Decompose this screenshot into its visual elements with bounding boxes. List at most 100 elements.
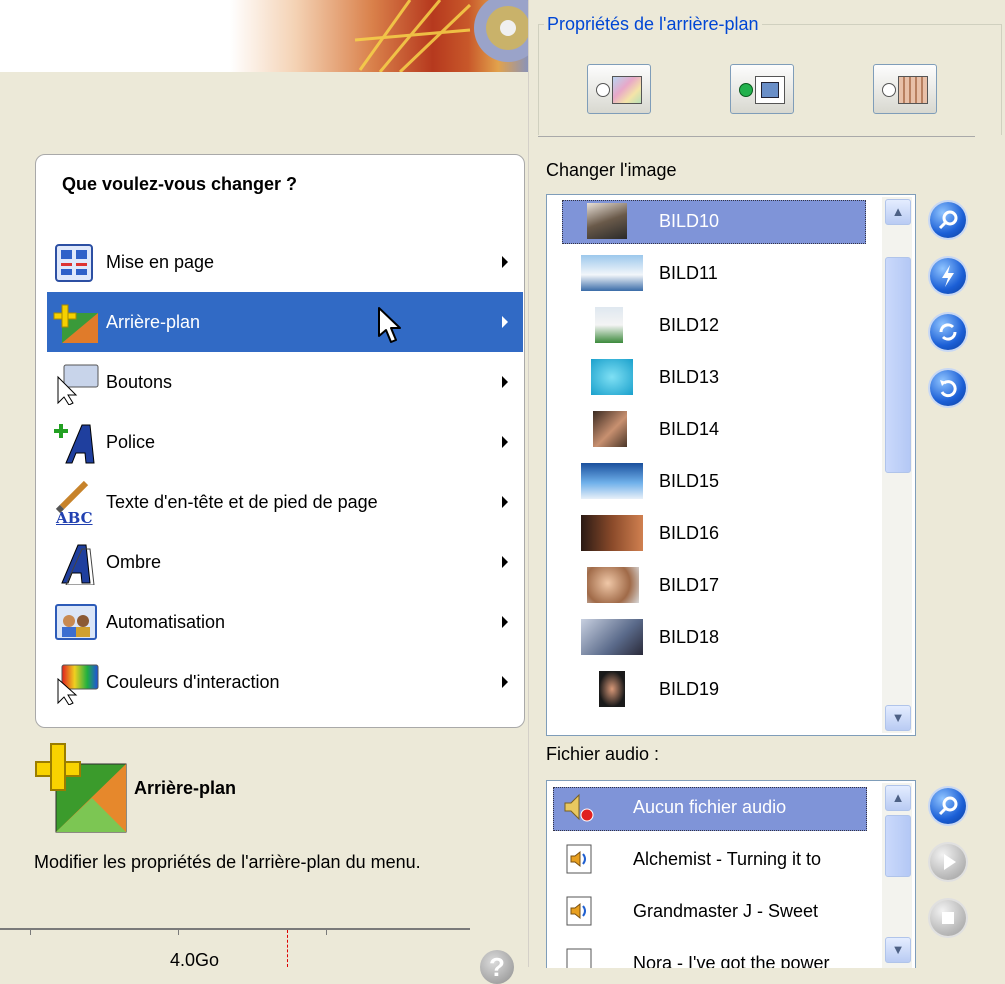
item-label: BILD19 — [659, 679, 720, 699]
list-item[interactable]: BILD11 — [547, 247, 877, 299]
menu-item-font[interactable]: Police — [47, 412, 523, 472]
effect-button[interactable] — [930, 258, 966, 294]
scroll-up-button[interactable]: ▲ — [885, 785, 911, 811]
scroll-up-button[interactable]: ▲ — [885, 199, 911, 225]
image-list[interactable]: BILD10 BILD11 BILD12 BILD13 BILD14 BILD1… — [546, 194, 916, 736]
submenu-arrow-icon — [502, 376, 508, 388]
browse-audio-button[interactable] — [930, 788, 966, 824]
list-item[interactable]: BILD10 — [547, 195, 877, 247]
menu-item-label: Arrière-plan — [106, 312, 201, 332]
thumbnail-image — [599, 671, 625, 707]
play-audio-button[interactable] — [930, 844, 966, 880]
scroll-down-button[interactable]: ▼ — [885, 705, 911, 731]
capacity-label: 4.0Go — [170, 950, 220, 970]
stop-icon — [942, 912, 954, 924]
list-item[interactable]: Nora - I've got the power — [547, 937, 877, 968]
mode-image-button[interactable] — [587, 64, 651, 114]
radio-icon — [596, 83, 610, 97]
audio-list-scrollbar[interactable]: ▲ ▼ — [882, 783, 912, 968]
radio-icon — [882, 83, 896, 97]
radio-icon — [739, 83, 753, 97]
item-label: Nora - I've got the power — [633, 953, 830, 968]
submenu-arrow-icon — [502, 676, 508, 688]
menu-item-automation[interactable]: Automatisation — [47, 592, 523, 652]
list-item[interactable]: BILD15 — [547, 455, 877, 507]
list-item[interactable]: BILD17 — [547, 559, 877, 611]
item-label: BILD16 — [659, 523, 720, 543]
submenu-arrow-icon — [502, 256, 508, 268]
item-label: Alchemist - Turning it to — [633, 849, 822, 869]
timeline-tick — [326, 928, 327, 935]
item-label: BILD15 — [659, 471, 720, 491]
menu-item-layout[interactable]: Mise en page — [47, 232, 523, 292]
shadow-icon — [61, 544, 95, 585]
menu-item-label: Ombre — [106, 552, 162, 572]
menu-item-label: Automatisation — [106, 612, 226, 632]
audio-list[interactable]: Aucun fichier audio Alchemist - Turning … — [546, 780, 916, 968]
mode-frame-button[interactable] — [730, 64, 794, 114]
description-title: Arrière-plan — [134, 778, 237, 798]
buttons-icon — [57, 364, 99, 405]
menu-item-buttons[interactable]: Boutons — [47, 352, 523, 412]
submenu-arrow-icon — [502, 616, 508, 628]
menu-item-label: Boutons — [106, 372, 173, 392]
help-button[interactable]: ? — [480, 950, 514, 984]
list-item[interactable]: BILD14 — [547, 403, 877, 455]
list-item[interactable]: Alchemist - Turning it to — [547, 833, 877, 885]
capacity-limit-marker — [287, 930, 288, 967]
list-item[interactable]: BILD12 — [547, 299, 877, 351]
audio-file-icon — [566, 844, 592, 874]
timeline-tick — [178, 928, 179, 935]
submenu-arrow-icon — [502, 496, 508, 508]
menu-item-label: Mise en page — [106, 252, 215, 272]
list-item[interactable]: BILD13 — [547, 351, 877, 403]
svg-text:ABC: ABC — [55, 509, 93, 525]
audio-file-icon — [566, 948, 592, 968]
capacity-timeline — [0, 928, 470, 930]
item-label: Grandmaster J - Sweet — [633, 901, 819, 921]
background-image-icon — [612, 76, 642, 104]
menu-item-header-footer[interactable]: ABC Texte d'en-tête et de pied de page — [47, 472, 523, 532]
list-item[interactable]: BILD18 — [547, 611, 877, 663]
list-item[interactable]: BILD19 — [547, 663, 877, 715]
timeline-tick — [30, 928, 31, 935]
list-item[interactable]: BILD16 — [547, 507, 877, 559]
thumbnail-image — [581, 463, 643, 499]
background-large-icon — [35, 743, 127, 833]
refresh-button[interactable] — [930, 314, 966, 350]
rotate-icon — [940, 380, 957, 398]
audio-file-label: Fichier audio : — [546, 744, 660, 764]
list-item[interactable]: Grandmaster J - Sweet — [547, 885, 877, 937]
description-text: Modifier les propriétés de l'arrière-pla… — [34, 852, 421, 872]
list-item[interactable]: Aucun fichier audio — [547, 781, 877, 833]
item-label: BILD12 — [659, 315, 720, 335]
submenu-arrow-icon — [502, 556, 508, 568]
item-label: BILD17 — [659, 575, 720, 595]
thumbnail-image — [593, 411, 627, 447]
properties-title: Propriétés de l'arrière-plan — [544, 14, 762, 35]
mouse-pointer-icon — [378, 307, 401, 343]
menu-item-interaction-colors[interactable]: Couleurs d'interaction — [47, 652, 523, 712]
thumbnail-image — [595, 307, 623, 343]
item-label: BILD13 — [659, 367, 720, 387]
separator — [538, 136, 975, 137]
scroll-down-button[interactable]: ▼ — [885, 937, 911, 963]
item-label: BILD14 — [659, 419, 720, 439]
image-list-scrollbar[interactable]: ▲ ▼ — [882, 197, 912, 733]
disc-logo-icon — [354, 0, 528, 72]
thumbnail-image — [587, 567, 639, 603]
browse-image-button[interactable] — [930, 202, 966, 238]
menu-title: Que voulez-vous changer ? — [62, 174, 298, 194]
audio-file-icon — [566, 896, 592, 926]
mode-video-button[interactable] — [873, 64, 937, 114]
scroll-thumb[interactable] — [885, 257, 911, 473]
menu-item-background[interactable]: Arrière-plan — [47, 292, 523, 352]
menu-item-shadow[interactable]: Ombre — [47, 532, 523, 592]
change-image-label: Changer l'image — [546, 160, 677, 180]
scroll-thumb[interactable] — [885, 815, 911, 877]
rotate-button[interactable] — [930, 370, 966, 406]
submenu-arrow-icon — [502, 316, 508, 328]
menu-item-label: Police — [106, 432, 156, 452]
stop-audio-button[interactable] — [930, 900, 966, 936]
menu-item-label: Texte d'en-tête et de pied de page — [106, 492, 378, 512]
